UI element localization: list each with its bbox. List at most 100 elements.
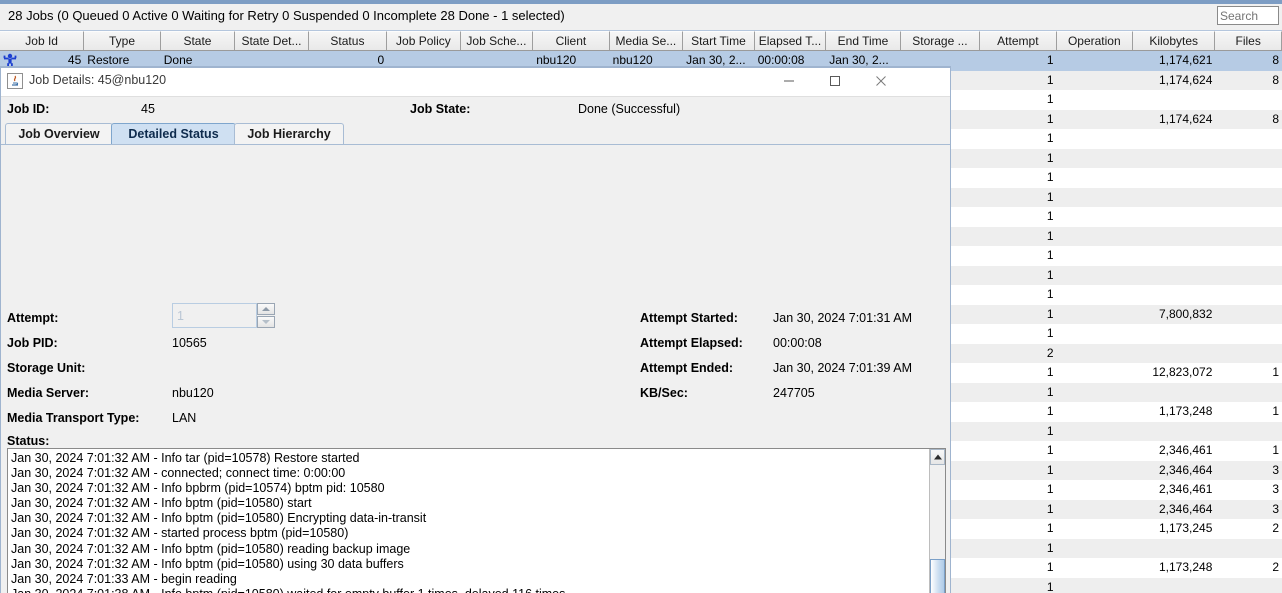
cell-attempt: 1 bbox=[1046, 72, 1054, 87]
cell-files bbox=[1215, 188, 1282, 208]
column-header-end-time[interactable]: End Time bbox=[826, 31, 901, 50]
cell-kilobytes bbox=[1133, 578, 1215, 593]
attempt-spinner-buttons[interactable] bbox=[257, 303, 275, 328]
column-header-state[interactable]: State bbox=[160, 31, 236, 50]
status-log-line: Jan 30, 2024 7:01:32 AM - Info bptm (pid… bbox=[11, 541, 411, 556]
cell-operation bbox=[1057, 207, 1133, 227]
cell-files bbox=[1215, 266, 1282, 286]
cell-attempt: 1 bbox=[1046, 189, 1054, 204]
dialog-titlebar[interactable]: Job Details: 45@nbu120 bbox=[1, 66, 950, 97]
scrollbar-thumb[interactable] bbox=[930, 559, 945, 593]
job-id-value: 45 bbox=[141, 102, 155, 116]
status-log-scrollbar[interactable] bbox=[929, 449, 945, 593]
column-header-kilobytes[interactable]: Kilobytes bbox=[1133, 31, 1216, 50]
close-button[interactable] bbox=[858, 66, 904, 95]
cell-kilobytes bbox=[1133, 129, 1215, 149]
cell-attempt: 1 bbox=[1046, 53, 1054, 67]
cell-attempt: 1 bbox=[1046, 228, 1054, 243]
spinner-down-icon[interactable] bbox=[257, 316, 275, 328]
maximize-button[interactable] bbox=[812, 66, 858, 95]
column-header-job-policy[interactable]: Job Policy bbox=[387, 31, 461, 50]
cell-operation bbox=[1057, 285, 1133, 305]
cell-attempt: 1 bbox=[1046, 462, 1054, 477]
media-transport-type-label: Media Transport Type: bbox=[7, 411, 140, 425]
status-log-line: Jan 30, 2024 7:01:32 AM - started proces… bbox=[11, 526, 349, 541]
status-log-line: Jan 30, 2024 7:01:38 AM - Info bptm (pid… bbox=[11, 587, 927, 593]
cell-attempt: 1 bbox=[1046, 111, 1054, 126]
titlebar-accent-line bbox=[0, 0, 1282, 4]
tab-detailed-status[interactable]: Detailed Status bbox=[111, 123, 236, 144]
scroll-up-icon[interactable] bbox=[930, 449, 945, 465]
cell-kilobytes bbox=[1133, 383, 1215, 403]
attempt-label: Attempt: bbox=[7, 311, 59, 325]
cell-attempt: 1 bbox=[1046, 443, 1054, 457]
cell-operation bbox=[1057, 441, 1133, 461]
storage-unit-label: Storage Unit: bbox=[7, 361, 86, 375]
kb-per-sec-value: 247705 bbox=[773, 386, 815, 400]
cell-kilobytes: 2,346,461 bbox=[1158, 482, 1213, 496]
column-header-status[interactable]: Status bbox=[308, 31, 388, 50]
cell-kilobytes: 1,174,624 bbox=[1158, 111, 1213, 126]
cell-attempt: 1 bbox=[1046, 326, 1054, 340]
column-header-attempt[interactable]: Attempt bbox=[980, 31, 1057, 50]
minimize-button[interactable] bbox=[766, 66, 812, 95]
tab-job-overview[interactable]: Job Overview bbox=[5, 123, 113, 144]
cell-kilobytes bbox=[1133, 539, 1215, 559]
cell-files: 1 bbox=[1272, 443, 1280, 457]
spinner-up-icon[interactable] bbox=[257, 303, 275, 315]
cell-attempt: 1 bbox=[1046, 482, 1054, 496]
cell-operation bbox=[1057, 71, 1133, 91]
status-label: Status: bbox=[7, 434, 50, 448]
media-server-value: nbu120 bbox=[172, 386, 214, 400]
column-header-client[interactable]: Client bbox=[533, 31, 610, 50]
cell-operation bbox=[1057, 480, 1133, 500]
cell-attempt: 1 bbox=[1046, 501, 1054, 516]
cell-attempt: 2 bbox=[1046, 345, 1054, 360]
cell-files bbox=[1215, 383, 1282, 403]
cell-operation bbox=[1057, 363, 1133, 383]
column-header-job-id[interactable]: Job Id bbox=[0, 31, 85, 50]
dialog-tabstrip[interactable]: Job Overview Detailed Status Job Hierarchy bbox=[1, 123, 950, 145]
cell-operation bbox=[1057, 188, 1133, 208]
cell-files bbox=[1215, 168, 1282, 188]
cell-kilobytes: 12,823,072 bbox=[1152, 365, 1213, 379]
column-header-media-se[interactable]: Media Se... bbox=[609, 31, 684, 50]
attempt-spinner[interactable] bbox=[172, 303, 275, 328]
column-header-storage[interactable]: Storage ... bbox=[900, 31, 981, 50]
cell-attempt: 1 bbox=[1046, 560, 1054, 574]
cell-operation bbox=[1057, 129, 1133, 149]
cell-operation bbox=[1057, 383, 1133, 403]
column-header-files[interactable]: Files bbox=[1215, 31, 1282, 50]
cell-operation bbox=[1057, 90, 1133, 110]
attempt-spinner-input[interactable] bbox=[172, 303, 257, 328]
cell-attempt: 1 bbox=[1046, 540, 1054, 555]
job-pid-label: Job PID: bbox=[7, 336, 58, 350]
column-header-state-det[interactable]: State Det... bbox=[235, 31, 309, 50]
tab-job-hierarchy[interactable]: Job Hierarchy bbox=[234, 123, 344, 144]
search-input[interactable] bbox=[1217, 6, 1279, 25]
cell-attempt: 1 bbox=[1046, 170, 1054, 184]
cell-kilobytes: 2,346,464 bbox=[1158, 501, 1213, 516]
cell-operation bbox=[1057, 227, 1133, 247]
jobs-table-header: Job Id Type State State Det... Status Job Pol… bbox=[0, 31, 1282, 51]
cell-kilobytes: 2,346,461 bbox=[1158, 443, 1213, 457]
cell-attempt: 1 bbox=[1046, 423, 1054, 438]
column-header-type[interactable]: Type bbox=[84, 31, 161, 50]
cell-attempt: 1 bbox=[1046, 365, 1054, 379]
cell-attempt: 1 bbox=[1046, 384, 1054, 399]
cell-files bbox=[1215, 539, 1282, 559]
cell-files bbox=[1215, 227, 1282, 247]
column-header-start-time[interactable]: Start Time bbox=[683, 31, 755, 50]
attempt-started-label: Attempt Started: bbox=[640, 311, 738, 325]
cell-operation bbox=[1057, 422, 1133, 442]
status-log-area[interactable]: Jan 30, 2024 7:01:32 AM - Info tar (pid=… bbox=[7, 448, 946, 593]
cell-files bbox=[1215, 578, 1282, 593]
cell-files: 3 bbox=[1272, 462, 1280, 477]
column-header-elapsed-t[interactable]: Elapsed T... bbox=[754, 31, 827, 50]
column-header-job-sche[interactable]: Job Sche... bbox=[460, 31, 534, 50]
cell-kilobytes: 1,173,248 bbox=[1158, 404, 1213, 418]
column-header-operation[interactable]: Operation bbox=[1056, 31, 1134, 50]
cell-kilobytes: 1,173,248 bbox=[1158, 560, 1213, 574]
cell-files bbox=[1215, 90, 1282, 110]
media-server-label: Media Server: bbox=[7, 386, 89, 400]
